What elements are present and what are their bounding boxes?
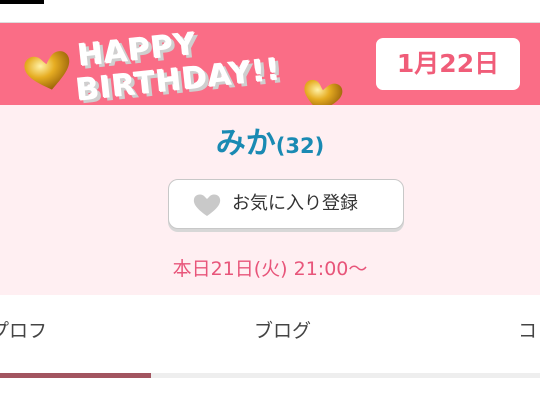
profile-name-line: みか(32) [0, 118, 540, 162]
top-edge-bar [0, 0, 44, 4]
active-tab-indicator [0, 373, 151, 378]
favorite-button-label: お気に入り登録 [232, 193, 358, 214]
birthday-date-badge: 1月22日 [376, 38, 520, 90]
heart-icon [193, 194, 221, 216]
schedule-text: 本日21日(火) 21:00〜 [172, 258, 368, 280]
profile-name: みか [215, 126, 276, 161]
gold-heart-icon [24, 51, 70, 90]
favorite-button[interactable]: お気に入り登録 [168, 179, 404, 229]
tab-blog[interactable]: ブログ [254, 316, 311, 343]
profile-age: (32) [275, 134, 325, 158]
happy-birthday-title: HAPPY BIRTHDAY!! [75, 27, 336, 109]
tab-next[interactable]: コ [518, 316, 537, 343]
profile-tabs: プロフ ブログ コ [0, 296, 540, 376]
tab-profile[interactable]: プロフ [0, 316, 47, 343]
birthday-date: 1月22日 [396, 49, 500, 78]
